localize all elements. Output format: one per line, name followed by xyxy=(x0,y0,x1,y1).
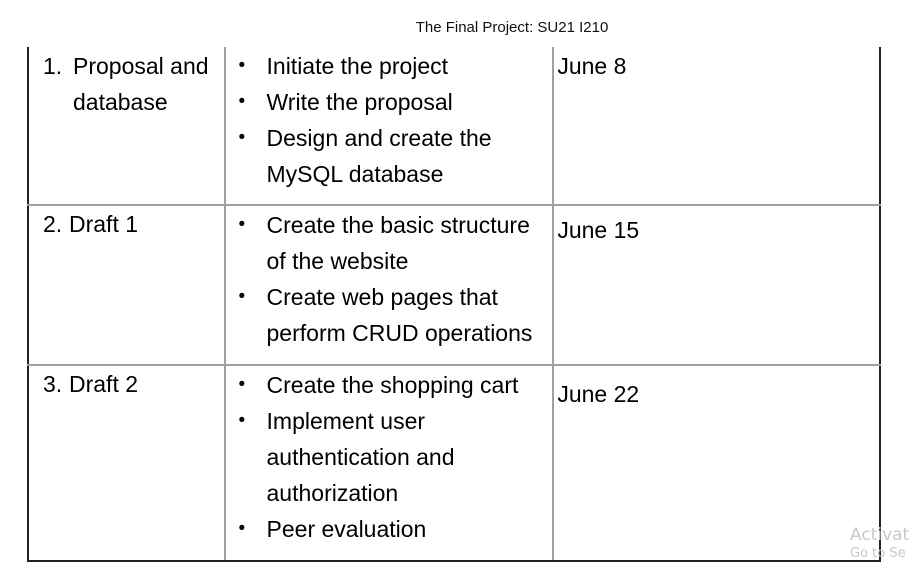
bullet-icon: • xyxy=(238,286,246,307)
phase-label: Draft 1 xyxy=(69,211,139,237)
bullet-icon: • xyxy=(238,410,246,431)
task-list: • Create the shopping cart • Implement use… xyxy=(226,366,553,547)
bullet-icon: • xyxy=(238,55,246,76)
task-list: • Initiate the project • Write the proposa… xyxy=(226,47,553,192)
date-cell: June 8 xyxy=(552,47,881,206)
bullet-icon: • xyxy=(238,374,246,395)
phase-cell: 2. Draft 1 xyxy=(27,204,226,366)
list-item: • Create the shopping cart xyxy=(237,367,549,403)
bullet-icon: • xyxy=(238,91,246,112)
list-item: • Initiate the project xyxy=(237,48,549,84)
phase-label: Proposal and database xyxy=(73,53,209,115)
table-row: 3. Draft 2 • Create the shopping cart • Im… xyxy=(27,364,881,562)
bullet-icon: • xyxy=(238,127,246,148)
list-item: • Write the proposal xyxy=(237,84,549,120)
list-item: • Implement user authentication and autho… xyxy=(237,403,549,511)
list-item: • Peer evaluation xyxy=(237,511,549,547)
phase-cell: 3. Draft 2 xyxy=(27,364,226,562)
list-item: • Create the basic structure of the websi… xyxy=(237,207,549,279)
bullet-icon: • xyxy=(238,518,246,539)
table-row: 2. Draft 1 • Create the basic structure o… xyxy=(27,204,881,366)
phase-number: 2. xyxy=(43,211,63,237)
bullet-icon: • xyxy=(238,214,246,235)
due-date: June 8 xyxy=(557,53,627,79)
tasks-cell: • Create the shopping cart • Implement use… xyxy=(223,364,555,562)
activation-watermark: Activat Go to Se xyxy=(850,524,909,562)
date-cell: June 22 xyxy=(552,364,881,562)
list-item: • Create web pages that perform CRUD oper… xyxy=(237,279,549,351)
page-title: The Final Project: SU21 I210 xyxy=(415,19,609,36)
phase-number: 1. xyxy=(43,53,63,79)
due-date: June 22 xyxy=(557,381,640,407)
list-item: • Design and create the MySQL database xyxy=(237,120,549,192)
task-list: • Create the basic structure of the websi… xyxy=(226,206,553,351)
phase-number: 3. xyxy=(43,371,63,397)
due-date: June 15 xyxy=(557,217,640,243)
table-row: 1. Proposal and database • Initiate the p… xyxy=(27,47,881,206)
date-cell: June 15 xyxy=(552,204,881,366)
watermark-line-2: Go to Se xyxy=(850,546,906,561)
watermark-line-1: Activat xyxy=(850,525,909,545)
tasks-cell: • Create the basic structure of the websi… xyxy=(223,204,555,366)
tasks-cell: • Initiate the project • Write the proposa… xyxy=(223,47,555,206)
phase-label: Draft 2 xyxy=(69,371,139,397)
schedule-table: 1. Proposal and database • Initiate the p… xyxy=(27,47,881,562)
phase-cell: 1. Proposal and database xyxy=(27,47,226,206)
